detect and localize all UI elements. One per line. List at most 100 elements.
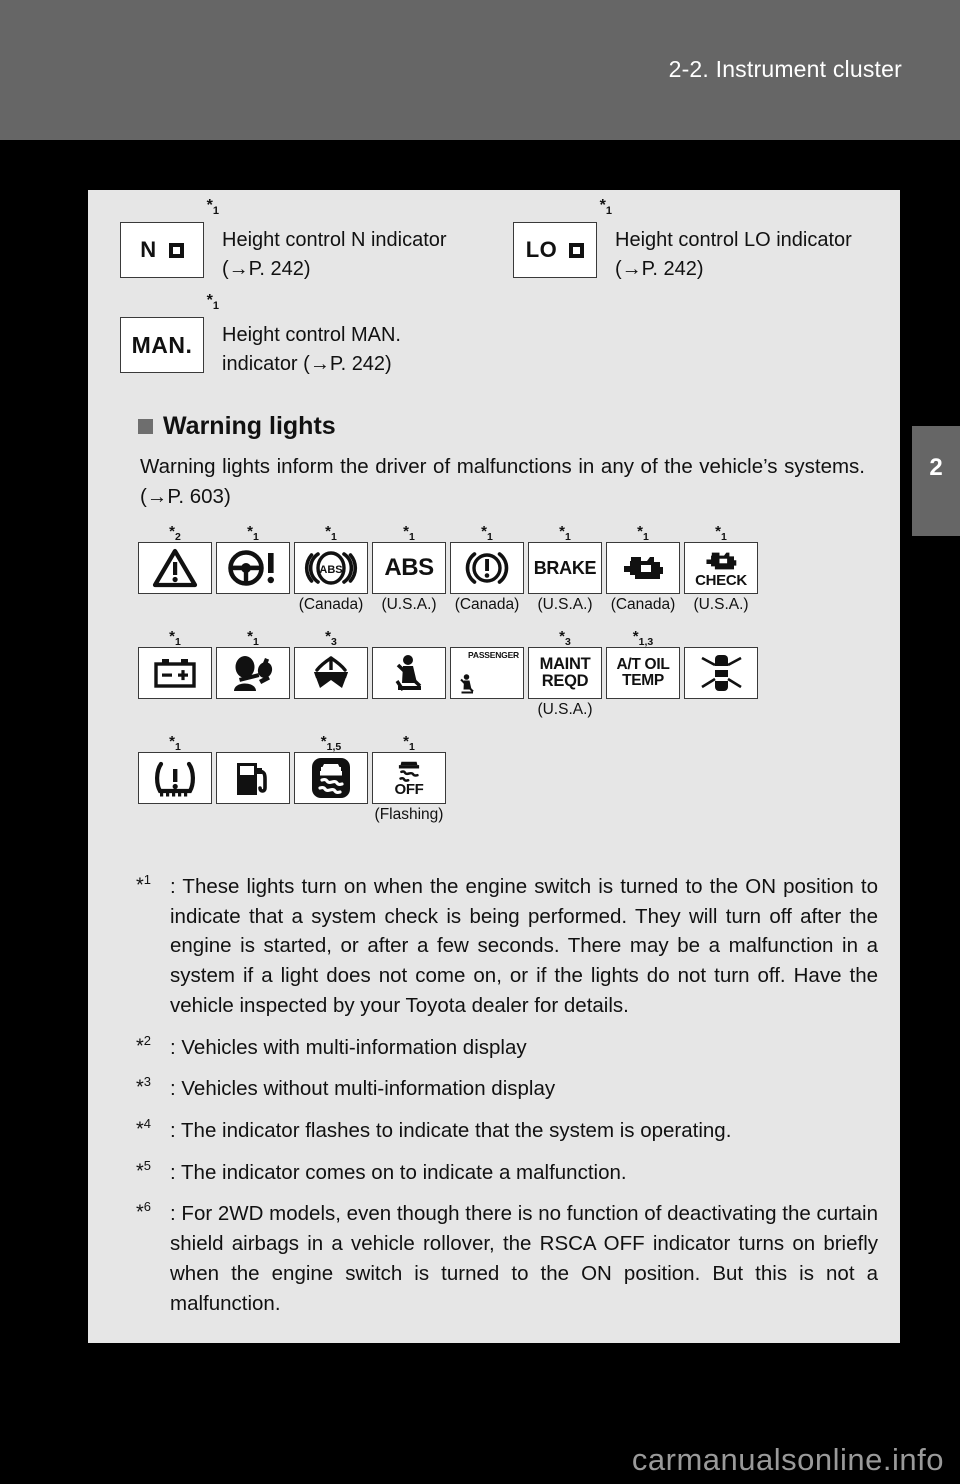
indicator-row-height-control-lo: LO *1 Height control LO indicator (→P. 2… bbox=[513, 197, 875, 284]
height-control-lo-indicator-icon: LO *1 bbox=[513, 197, 612, 278]
region-label: (U.S.A.) bbox=[381, 596, 437, 613]
site-watermark: carmanualsonline.info bbox=[631, 1442, 944, 1477]
chapter-number: 2 bbox=[929, 454, 943, 481]
at-oil-temp-label: A/T OIL TEMP bbox=[616, 656, 670, 689]
region-label: (Flashing) bbox=[374, 806, 444, 823]
footnote-marker: *1 bbox=[136, 872, 152, 897]
car-doors-open-glyph bbox=[701, 655, 742, 691]
tire-pressure-glyph bbox=[155, 761, 195, 797]
chapter-tab: 2 bbox=[912, 426, 960, 536]
footnote-text: : These lights turn on when the engine s… bbox=[170, 875, 878, 1017]
footnote-item: *3 : Vehicles without multi-information … bbox=[136, 1074, 878, 1104]
footnote-text: : For 2WD models, even though there is n… bbox=[170, 1202, 878, 1315]
height-control-n-indicator-icon: N *1 bbox=[120, 197, 219, 278]
warning-light-cell: PASSENGER bbox=[448, 627, 526, 721]
footnote-text: : The indicator flashes to indicate that… bbox=[170, 1119, 732, 1143]
vsc-off-indicator-icon: OFF bbox=[372, 752, 446, 804]
warning-lights-row-2: *1 *1 *3 PASSENGER *3 MAINT REQD (U.S.A.… bbox=[136, 627, 760, 721]
vsc-skid-warning-icon bbox=[294, 752, 368, 804]
maint-reqd-label: MAINT REQD bbox=[539, 655, 591, 690]
footnote-marker: *6 bbox=[136, 1199, 152, 1225]
footnote-marker: *1 bbox=[403, 733, 415, 753]
section-heading-label: Warning lights bbox=[163, 412, 336, 440]
passenger-seat-belt-reminder-icon: PASSENGER bbox=[450, 647, 524, 699]
indicator-row-height-control-n: N *1 Height control N indicator (→P. 242… bbox=[120, 197, 482, 284]
section-heading: Warning lights bbox=[138, 412, 336, 441]
engine-malfunction-icon bbox=[606, 542, 680, 594]
warning-light-cell: *1,5 bbox=[292, 732, 370, 826]
footnote-marker: *1 bbox=[715, 523, 727, 543]
warning-light-cell: *1 ABS (Canada) bbox=[292, 522, 370, 616]
footnote-item: *2 : Vehicles with multi-information dis… bbox=[136, 1033, 878, 1063]
brake-circle-warning-icon bbox=[450, 542, 524, 594]
engine-block-glyph bbox=[624, 557, 663, 579]
warning-light-cell: *1 bbox=[214, 522, 292, 616]
driver-seat-belt-reminder-icon bbox=[372, 647, 446, 699]
warning-light-cell bbox=[682, 627, 760, 721]
steering-wheel-exclamation-glyph bbox=[228, 550, 274, 586]
brake-label: BRAKE bbox=[533, 557, 597, 578]
brake-exclamation-circle-glyph bbox=[465, 552, 509, 584]
battery-glyph bbox=[154, 659, 196, 688]
region-label: (Canada) bbox=[454, 596, 520, 613]
footnote-marker: *3 bbox=[325, 628, 337, 648]
warning-light-cell: *1 CHECK (U.S.A.) bbox=[682, 522, 760, 616]
region-label: (U.S.A.) bbox=[537, 596, 593, 613]
footnote-text: : The indicator comes on to indicate a m… bbox=[170, 1160, 627, 1184]
footnote-item: *5 : The indicator comes on to indicate … bbox=[136, 1158, 878, 1188]
footnote-item: *6 : For 2WD models, even though there i… bbox=[136, 1199, 878, 1318]
footnote-marker: *1 bbox=[325, 523, 337, 543]
page-header-bar: 2-2. Instrument cluster bbox=[0, 0, 960, 140]
indicator-square-glyph bbox=[569, 242, 585, 258]
footnote-marker: *1 bbox=[481, 523, 493, 543]
footnote-marker: *5 bbox=[136, 1157, 152, 1183]
warning-light-cell: *1 bbox=[136, 732, 214, 826]
warning-lights-row-3: *1 *1,5 *1 OFF (Flashing) bbox=[136, 732, 448, 826]
abs-brackets-glyph: ABS bbox=[304, 551, 358, 585]
abs-label: ABS bbox=[384, 553, 434, 581]
warning-light-cell bbox=[214, 732, 292, 826]
at-oil-temp-icon: A/T OIL TEMP bbox=[606, 647, 680, 699]
warning-light-cell: *2 bbox=[136, 522, 214, 616]
tire-pressure-warning-icon bbox=[138, 752, 212, 804]
off-label: OFF bbox=[394, 781, 424, 799]
airbag-occupant-glyph bbox=[234, 656, 273, 691]
indicator-box-label: LO bbox=[525, 237, 558, 262]
indicator-box-label: N bbox=[140, 237, 157, 262]
warning-light-cell: *1 bbox=[136, 627, 214, 721]
warning-light-cell: *1 ABS (U.S.A.) bbox=[370, 522, 448, 616]
footnote-marker: *4 bbox=[136, 1116, 152, 1141]
master-warning-triangle-icon bbox=[138, 542, 212, 594]
warning-light-cell: *1 OFF (Flashing) bbox=[370, 732, 448, 826]
warning-light-cell bbox=[370, 627, 448, 721]
footnote-marker: *3 bbox=[136, 1074, 152, 1099]
passenger-label: PASSENGER bbox=[468, 650, 519, 660]
content-panel: N *1 Height control N indicator (→P. 242… bbox=[88, 190, 900, 1343]
abs-text-warning-icon: ABS bbox=[372, 542, 446, 594]
footnote-item: *1 : These lights turn on when the engin… bbox=[136, 872, 878, 1021]
door-open-warning-icon bbox=[684, 647, 758, 699]
footnote-marker: *1 bbox=[599, 197, 612, 218]
check-label: CHECK bbox=[695, 571, 747, 589]
warning-light-cell: *3 MAINT REQD (U.S.A.) bbox=[526, 627, 604, 721]
abs-text: ABS bbox=[319, 564, 342, 576]
fuel-pump-glyph bbox=[237, 763, 267, 795]
footnote-marker: *1 bbox=[247, 628, 259, 648]
warning-light-cell: *1 (Canada) bbox=[448, 522, 526, 616]
footnote-marker: *1,5 bbox=[320, 733, 342, 753]
page-title: 2-2. Instrument cluster bbox=[668, 56, 902, 82]
region-label: (U.S.A.) bbox=[537, 701, 593, 718]
manual-page: 2-2. Instrument cluster 2 N *1 Height co… bbox=[0, 0, 960, 1484]
seatbelt-person-glyph bbox=[460, 674, 474, 694]
abs-circle-warning-icon: ABS bbox=[294, 542, 368, 594]
footnote-text: : Vehicles without multi-information dis… bbox=[170, 1077, 556, 1101]
indicator-box-label: MAN. bbox=[131, 331, 193, 358]
footnote-marker: *1 bbox=[559, 523, 571, 543]
power-steering-warning-icon bbox=[216, 542, 290, 594]
warning-light-cell: *1 BRAKE (U.S.A.) bbox=[526, 522, 604, 616]
square-bullet-icon bbox=[138, 419, 153, 434]
warning-light-cell: *1,3 A/T OIL TEMP bbox=[604, 627, 682, 721]
footnotes-list: *1 : These lights turn on when the engin… bbox=[136, 872, 878, 1330]
indicator-row-height-control-man: MAN. *1 Height control MAN. indicator (→… bbox=[120, 292, 482, 379]
triangle-exclamation-glyph bbox=[152, 548, 198, 588]
